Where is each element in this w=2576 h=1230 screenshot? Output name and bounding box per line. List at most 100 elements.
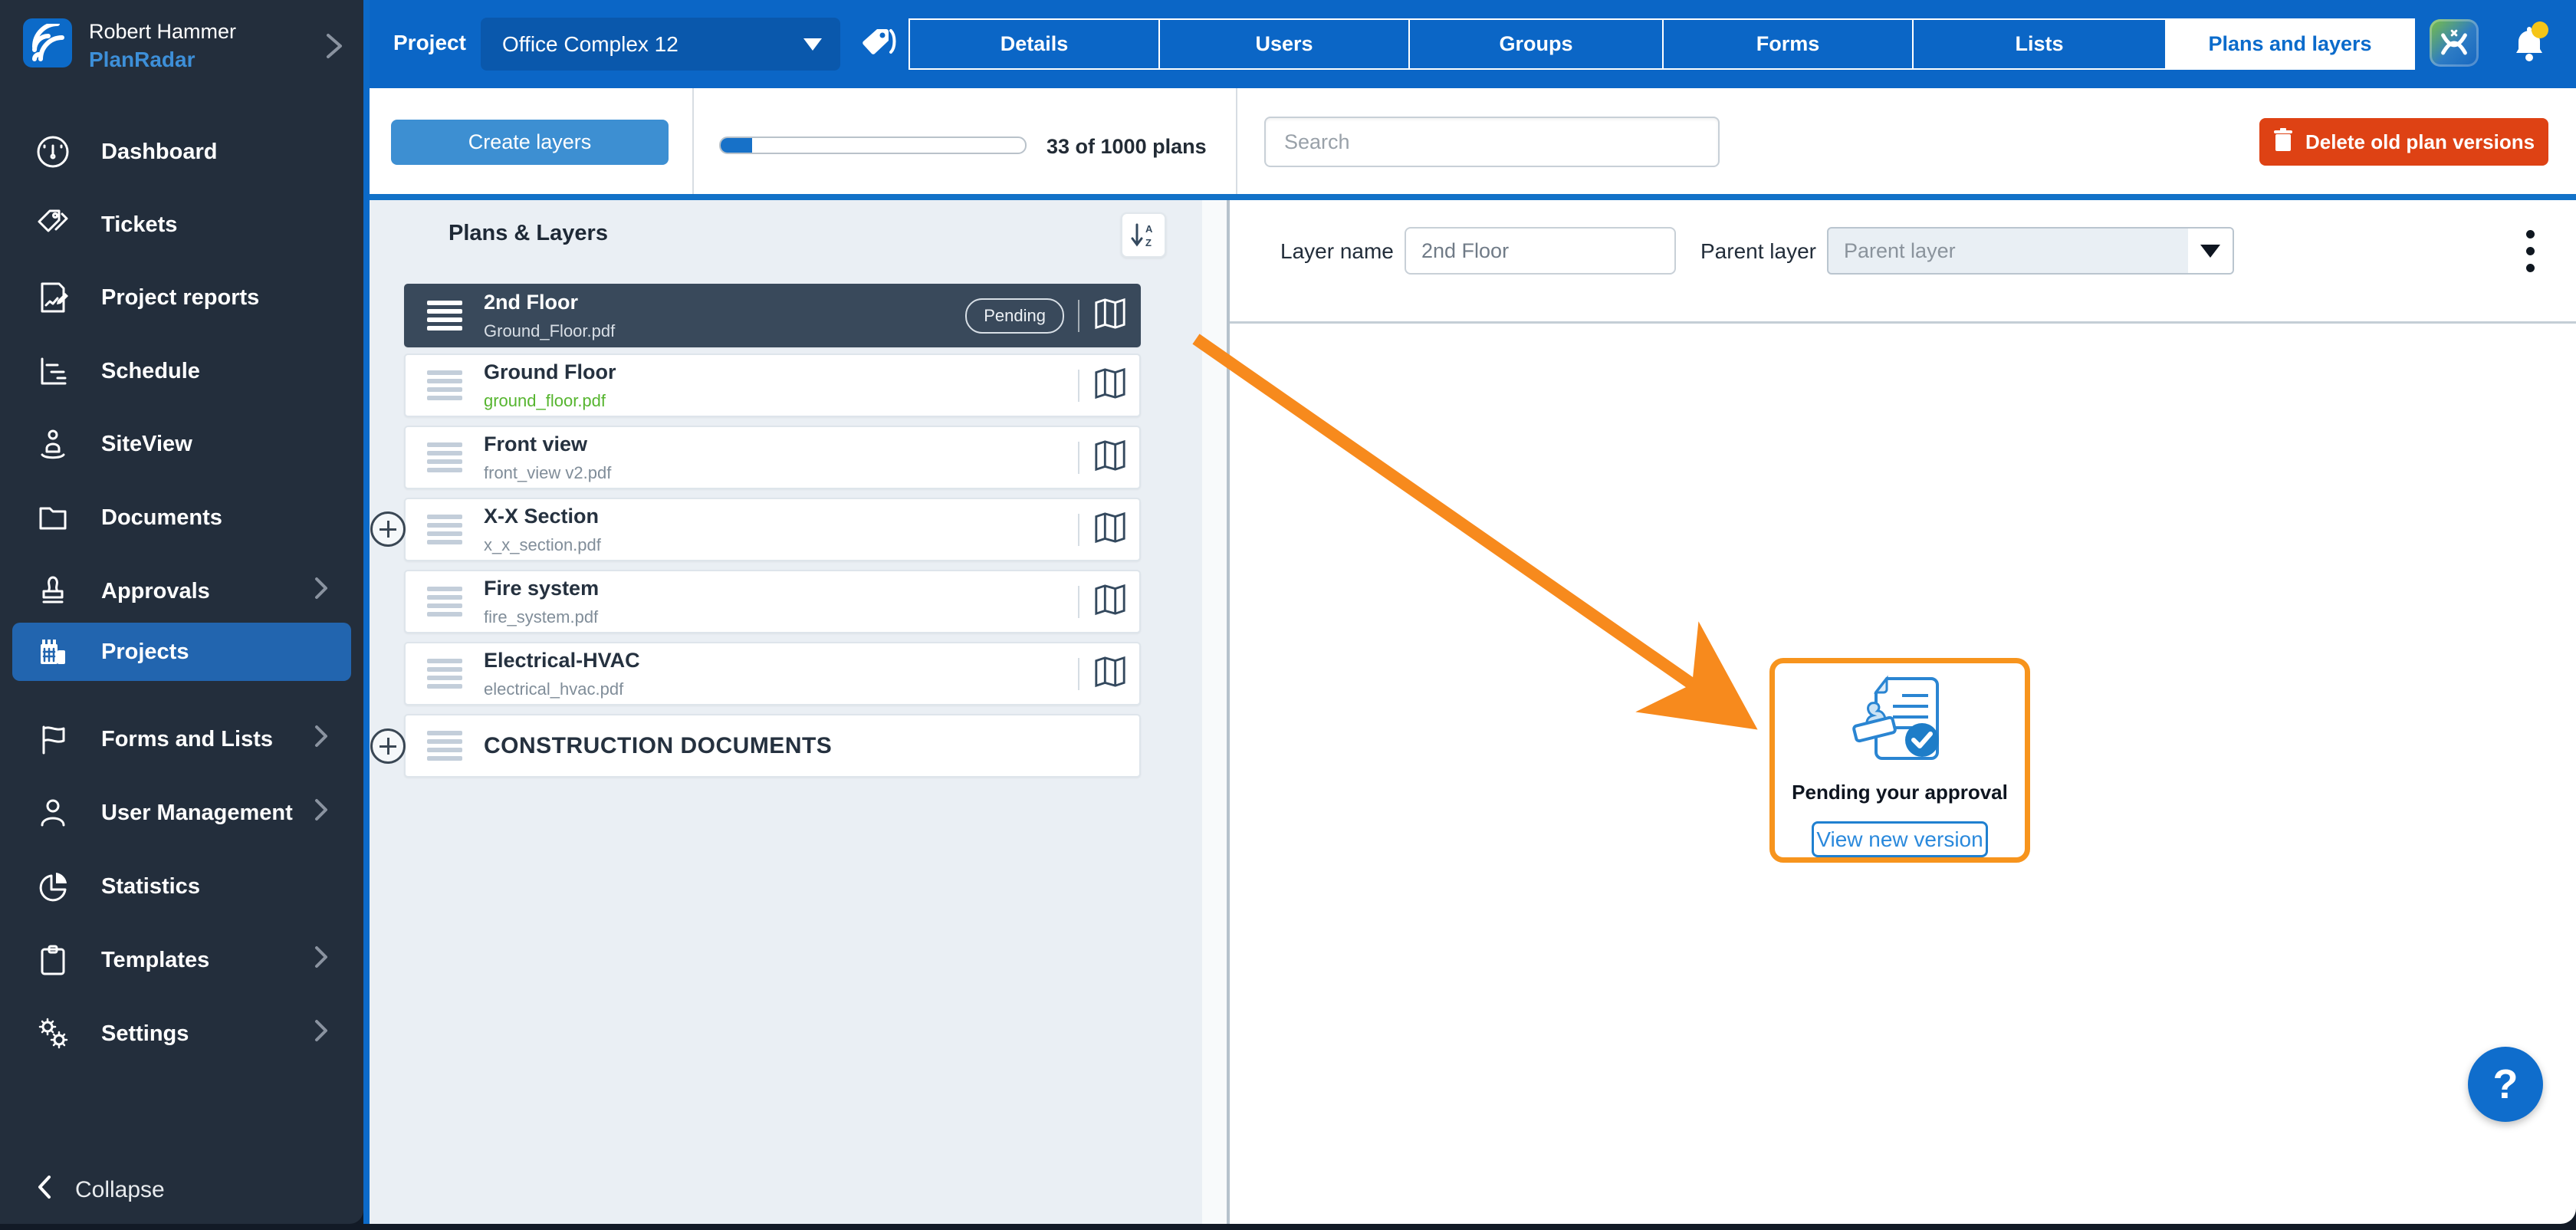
layer-name-label: Layer name [1280, 239, 1394, 264]
help-button[interactable]: ? [2468, 1047, 2543, 1122]
drag-handle-icon[interactable] [427, 439, 462, 476]
parent-layer-label: Parent layer [1700, 239, 1816, 264]
drag-handle-icon[interactable] [427, 511, 462, 548]
tab-details[interactable]: Details [909, 18, 1160, 70]
dashboard-icon [31, 130, 75, 174]
siteview-icon [31, 422, 75, 466]
tab-forms[interactable]: Forms [1662, 18, 1914, 70]
sidebar-item-templates[interactable]: Templates [0, 931, 363, 989]
tags-icon[interactable] [860, 25, 902, 67]
toolbar-divider [692, 88, 694, 194]
sidebar-item-schedule[interactable]: Schedule [0, 342, 363, 400]
parent-layer-select[interactable]: Parent layer [1827, 227, 2234, 275]
drag-handle-icon[interactable] [427, 297, 462, 334]
delete-old-plan-versions-button[interactable]: Delete old plan versions [2259, 118, 2548, 166]
map-icon[interactable] [1093, 655, 1127, 692]
project-label: Project [393, 31, 466, 55]
app-window: Robert Hammer PlanRadar Dashboard Ticket… [0, 0, 2576, 1230]
tab-users[interactable]: Users [1158, 18, 1410, 70]
sidebar-item-documents[interactable]: Documents [0, 488, 363, 547]
ticket-tag-icon [31, 202, 75, 247]
tab-lists[interactable]: Lists [1912, 18, 2167, 70]
plan-row-electrical-hvac[interactable]: Electrical-HVACelectrical_hvac.pdf [404, 642, 1141, 705]
building-icon [31, 630, 75, 674]
gantt-icon [31, 349, 75, 393]
sidebar-item-approvals[interactable]: Approvals [0, 562, 363, 620]
plans-progress-fill [721, 138, 752, 153]
sidebar-item-tickets[interactable]: Tickets [0, 196, 363, 254]
plan-row-front-view[interactable]: Front viewfront_view v2.pdf [404, 426, 1141, 489]
sort-button[interactable]: AZ [1121, 212, 1166, 258]
chevron-left-icon [35, 1173, 54, 1207]
plan-row-x-x-section[interactable]: X-X Sectionx_x_section.pdf [404, 498, 1141, 561]
sidebar-accent-edge [363, 0, 370, 1224]
tab-plans-and-layers[interactable]: Plans and layers [2165, 18, 2415, 70]
plan-row-construction-documents[interactable]: CONSTRUCTION DOCUMENTS [404, 714, 1141, 778]
drag-handle-icon[interactable] [427, 655, 462, 692]
notification-bell-icon[interactable] [2505, 21, 2553, 73]
plan-row-2nd-floor[interactable]: 2nd FloorGround_Floor.pdf Pending [404, 284, 1141, 347]
project-dropdown[interactable]: Office Complex 12 [481, 18, 840, 71]
accent-divider [370, 194, 2576, 200]
plans-progress-bar [719, 136, 1027, 154]
layer-name-input[interactable] [1405, 227, 1676, 275]
map-icon[interactable] [1093, 367, 1127, 404]
add-sublayer-button[interactable] [370, 511, 406, 547]
pending-approval-card: Pending your approval View new version [1769, 658, 2030, 863]
sidebar-item-statistics[interactable]: Statistics [0, 857, 363, 916]
drag-handle-icon[interactable] [427, 583, 462, 620]
chevron-right-icon [313, 944, 330, 976]
sidebar: Robert Hammer PlanRadar Dashboard Ticket… [0, 0, 363, 1224]
sidebar-item-project-reports[interactable]: Project reports [0, 268, 363, 327]
scrollbar-gutter[interactable] [1202, 200, 1227, 1224]
plans-count-text: 33 of 1000 plans [1046, 135, 1207, 159]
planradar-connect-icon[interactable] [2430, 19, 2479, 67]
map-icon[interactable] [1093, 511, 1127, 548]
chevron-down-icon [2188, 229, 2233, 273]
user-name: Robert Hammer [89, 20, 236, 44]
status-badge: Pending [965, 298, 1064, 334]
map-icon[interactable] [1093, 439, 1127, 476]
sidebar-expand-icon[interactable] [322, 29, 345, 67]
trash-icon [2273, 128, 2293, 156]
sidebar-item-projects[interactable]: Projects [12, 623, 351, 681]
stamp-icon [31, 569, 75, 613]
planradar-logo-icon[interactable] [23, 18, 72, 67]
drag-handle-icon[interactable] [427, 367, 462, 404]
chevron-right-icon [313, 1018, 330, 1050]
search-input[interactable] [1264, 117, 1720, 167]
create-layers-button[interactable]: Create layers [391, 120, 669, 165]
sidebar-item-settings[interactable]: Settings [0, 1005, 363, 1063]
add-sublayer-button[interactable] [370, 728, 406, 764]
more-options-kebab-menu[interactable] [2519, 227, 2541, 275]
view-new-version-button[interactable]: View new version [1812, 821, 1988, 857]
plan-row-fire-system[interactable]: Fire systemfire_system.pdf [404, 570, 1141, 633]
approval-card-title: Pending your approval [1792, 781, 2008, 804]
panel-header-divider [1230, 321, 2576, 324]
chevron-right-icon [313, 797, 330, 829]
notification-dot [2532, 21, 2548, 38]
approval-stamp-illustration [1842, 674, 1957, 776]
svg-text:Z: Z [1145, 237, 1152, 248]
collapse-button[interactable]: Collapse [0, 1166, 363, 1215]
sidebar-item-siteview[interactable]: SiteView [0, 415, 363, 473]
folder-icon [31, 495, 75, 540]
brand-name: PlanRadar [89, 48, 196, 72]
flag-icon [31, 717, 75, 761]
map-icon[interactable] [1093, 297, 1127, 334]
gears-icon [31, 1011, 75, 1056]
svg-text:A: A [1145, 223, 1153, 235]
chevron-right-icon [313, 575, 330, 607]
sidebar-item-forms-and-lists[interactable]: Forms and Lists [0, 710, 363, 768]
toolbar-divider [1236, 88, 1237, 194]
sidebar-item-user-management[interactable]: User Management [0, 784, 363, 842]
map-icon[interactable] [1093, 583, 1127, 620]
chevron-right-icon [313, 723, 330, 755]
clipboard-icon [31, 938, 75, 982]
person-icon [31, 791, 75, 835]
drag-handle-icon[interactable] [427, 727, 462, 765]
sidebar-item-dashboard[interactable]: Dashboard [0, 123, 363, 181]
plan-row-ground-floor[interactable]: Ground Floorground_floor.pdf [404, 354, 1141, 417]
plans-panel-title: Plans & Layers [449, 221, 608, 246]
tab-groups[interactable]: Groups [1408, 18, 1664, 70]
